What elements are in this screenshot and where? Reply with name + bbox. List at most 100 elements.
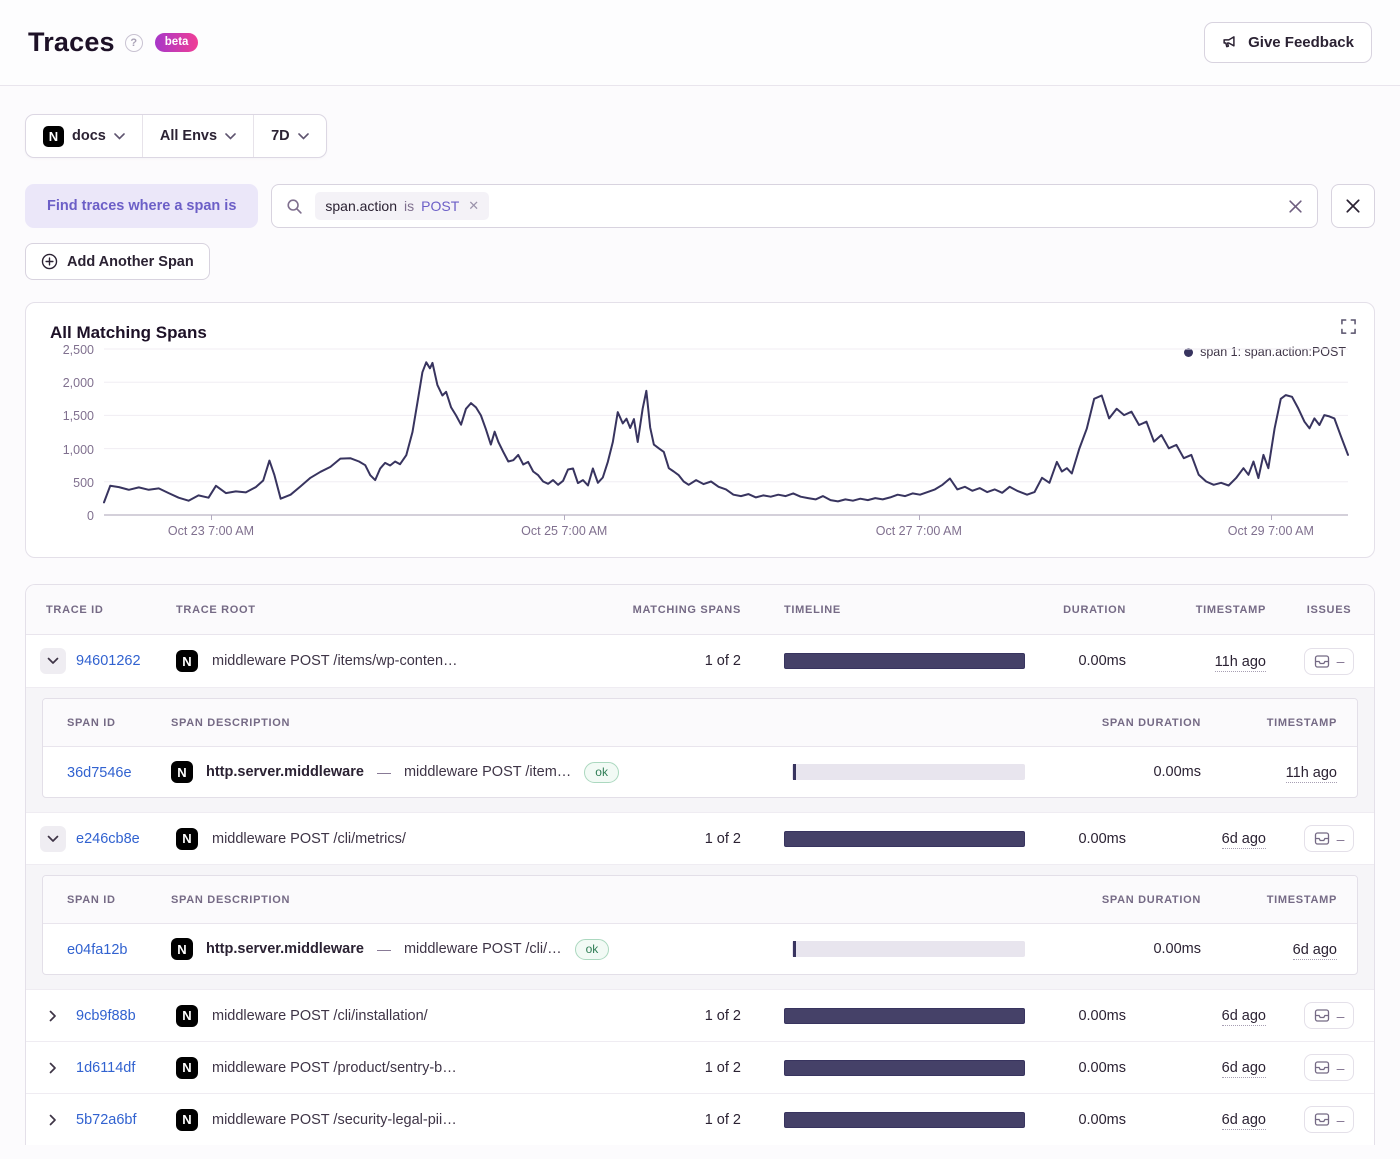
timestamp-cell: 11h ago [1144,653,1284,670]
trace-root-label: middleware POST /product/sentry-b… [212,1060,457,1076]
chevron-right-icon[interactable] [40,1055,66,1081]
timestamp-value[interactable]: 6d ago [1222,1008,1266,1026]
span-id-cell: e04fa12b [43,941,171,958]
issues-cell: – [1284,648,1374,675]
trace-id-link[interactable]: e246cb8e [76,831,140,847]
span-timestamp-value[interactable]: 11h ago [1286,765,1337,783]
issues-cell: – [1284,1054,1374,1081]
trace-id-link[interactable]: 1d6114df [76,1060,135,1076]
help-icon[interactable]: ? [125,34,143,52]
trace-root-label: middleware POST /cli/metrics/ [212,831,406,847]
timestamp-value[interactable]: 11h ago [1215,654,1266,672]
span-op-label: http.server.middleware [206,941,364,957]
trace-id-link[interactable]: 94601262 [76,653,141,669]
table-row[interactable]: 94601262Nmiddleware POST /items/wp-conte… [26,635,1374,687]
search-token[interactable]: span.action is POST ✕ [315,192,489,220]
span-description-cell: Nhttp.server.middleware—middleware POST … [171,761,767,783]
environment-selector[interactable]: All Envs [142,115,253,157]
timestamp-value[interactable]: 6d ago [1222,831,1266,849]
spans-sub-table: Span IDSpan DescriptionSpan DurationTime… [42,875,1358,975]
issues-button[interactable]: – [1304,825,1355,852]
span-id-link[interactable]: e04fa12b [67,942,127,958]
table-row[interactable]: 1d6114df Nmiddleware POST /product/sentry… [26,1041,1374,1093]
span-id-cell: 36d7546e [43,764,171,781]
span-description-label: middleware POST /item… [404,764,571,780]
trace-root-label: middleware POST /security-legal-pii… [212,1112,457,1128]
timestamp-value[interactable]: 6d ago [1222,1060,1266,1078]
span-timeline-cell [767,764,1039,780]
minus-icon: – [1337,1011,1345,1021]
span-timestamp-value[interactable]: 6d ago [1293,942,1337,960]
span-timestamp-cell: 11h ago [1219,764,1357,781]
project-selector[interactable]: N docs [26,115,142,157]
give-feedback-label: Give Feedback [1248,34,1354,51]
dash-separator: — [377,764,391,780]
span-search-input[interactable]: span.action is POST ✕ [271,184,1318,228]
nextjs-icon: N [43,126,64,147]
table-row[interactable]: 5b72a6bf Nmiddleware POST /security-legal… [26,1093,1374,1145]
col-span-description: Span Description [171,894,767,906]
search-clear-icon[interactable] [1288,199,1303,214]
col-span-duration: Span Duration [1039,717,1219,729]
span-timeline-cell [767,941,1039,957]
span-op-label: http.server.middleware [206,764,364,780]
date-range-selector[interactable]: 7D [253,115,326,157]
trace-root-cell: Nmiddleware POST /product/sentry-b… [176,1057,614,1079]
fullscreen-icon[interactable] [1341,319,1356,334]
col-span-timestamp: Timestamp [1219,894,1357,906]
timeline-bar [784,831,1025,847]
col-span-id: Span ID [43,717,171,729]
chevron-down-icon[interactable] [40,648,66,674]
issues-button[interactable]: – [1304,1002,1355,1029]
col-issues: Issues [1284,604,1374,616]
matching-spans-count: 1 of 2 [614,653,759,669]
expanded-spans-section: Span IDSpan DescriptionSpan DurationTime… [26,864,1374,989]
matching-spans-count: 1 of 2 [614,1008,759,1024]
timeline-cell [759,653,1039,669]
col-duration: Duration [1039,604,1144,616]
chevron-right-icon[interactable] [40,1003,66,1029]
spans-sub-table-header: Span IDSpan DescriptionSpan DurationTime… [43,876,1357,924]
span-description-cell: Nhttp.server.middleware—middleware POST … [171,938,767,960]
chevron-down-icon [298,133,309,140]
chevron-right-icon[interactable] [40,1107,66,1133]
nextjs-icon: N [176,828,198,850]
x-axis-tick [564,515,565,520]
issues-button[interactable]: – [1304,648,1355,675]
y-axis-tick-label: 0 [87,509,94,523]
nextjs-icon: N [176,1109,198,1131]
add-another-span-button[interactable]: Add Another Span [25,243,210,280]
remove-span-filter-button[interactable] [1331,184,1375,228]
issues-cell: – [1284,1002,1374,1029]
timestamp-cell: 6d ago [1144,830,1284,847]
chart-title: All Matching Spans [50,323,1348,343]
nextjs-icon: N [176,1005,198,1027]
timestamp-cell: 6d ago [1144,1007,1284,1024]
timeline-bar [784,1008,1025,1024]
span-row[interactable]: e04fa12b Nhttp.server.middleware—middlewa… [43,924,1357,974]
issues-button[interactable]: – [1304,1106,1355,1133]
trace-id-cell: e246cb8e [26,826,176,852]
span-id-link[interactable]: 36d7546e [67,765,132,781]
duration-value: 0.00ms [1039,1112,1144,1128]
col-timestamp: Timestamp [1144,604,1284,616]
table-row[interactable]: 9cb9f88bNmiddleware POST /cli/installati… [26,989,1374,1041]
trace-id-cell: 5b72a6bf [26,1107,176,1133]
timestamp-value[interactable]: 6d ago [1222,1112,1266,1130]
issues-button[interactable]: – [1304,1054,1355,1081]
project-label: docs [72,128,106,144]
token-remove-icon[interactable]: ✕ [468,198,479,214]
give-feedback-button[interactable]: Give Feedback [1204,22,1372,63]
chevron-down-icon[interactable] [40,826,66,852]
col-trace-id: Trace ID [26,604,176,616]
trace-id-link[interactable]: 9cb9f88b [76,1008,136,1024]
chart-plot-area: span 1: span.action:POST [104,349,1348,515]
inbox-icon [1314,1008,1330,1023]
span-row[interactable]: 36d7546eNhttp.server.middleware—middlewa… [43,747,1357,797]
table-row[interactable]: e246cb8eNmiddleware POST /cli/metrics/1 … [26,812,1374,864]
minus-icon: – [1337,656,1345,666]
col-matching-spans: Matching Spans [614,604,759,616]
x-axis-tick [1271,515,1272,520]
issues-cell: – [1284,825,1374,852]
trace-id-link[interactable]: 5b72a6bf [76,1112,136,1128]
